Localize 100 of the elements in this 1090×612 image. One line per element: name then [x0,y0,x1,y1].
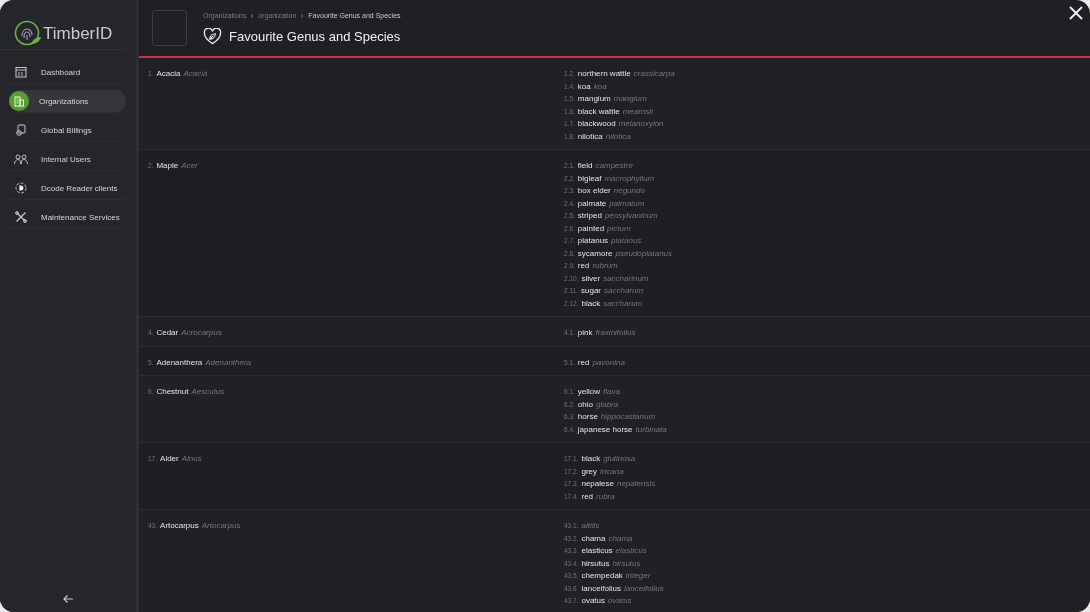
species-name: japanese horse [577,423,633,436]
species-name: lanceifolius [581,582,622,595]
species-latin-name: platanus [611,235,642,247]
species-latin-name: campestre [595,160,633,172]
species-name: painted [577,222,605,235]
back-arrow-icon[interactable] [62,594,74,604]
species-latin-name: flava [603,386,620,398]
genus-name: Acacia [156,68,181,80]
species-name: box elder [577,185,611,197]
species-name: black [581,297,601,310]
calendar-icon [15,66,27,78]
species-name: mangium [577,93,611,105]
species-latin-name: crassicarpa [633,68,675,80]
page-title: Favourite Genus and Species [229,29,401,44]
species-name: chempedak [581,570,623,582]
species-latin-name: nepalensis [616,478,656,490]
heart-leaf-icon [203,28,222,45]
sidebar-item[interactable]: Dcode Reader clients [9,177,126,200]
species-latin-name: glabra [595,398,619,411]
sidebar-item[interactable]: Internal Users [9,148,126,171]
species-latin-name: pavonina [592,356,625,369]
sidebar-item[interactable]: Global Billings [9,119,126,142]
species-name: chama [581,532,606,545]
species-name: hirsutus [581,557,610,570]
species-name: sugar [581,285,601,297]
species-latin-name: negundo [613,185,645,197]
species-latin-name: mearnsii [622,105,653,118]
genus-latin-name: Alnus [181,453,202,465]
species-latin-name: fraxinifolius [595,327,636,339]
sidebar-item[interactable]: Organizations [9,90,126,113]
species-latin-name: mangium [613,93,647,105]
genus-name: Cedar [156,327,179,339]
chevron-icon [250,12,255,19]
species-name: elasticus [581,545,613,557]
species-latin-name: ovatus [608,595,632,607]
genus-name: Alder [160,453,179,465]
logo-placeholder [152,10,187,46]
users-icon [14,153,28,165]
species-latin-name: lanceifolius [624,582,664,595]
species-latin-name: hippocastanum [600,411,656,423]
genus-latin-name: Adenanthera [205,356,252,369]
species-name: nepalese [581,478,614,490]
tools-icon [15,211,27,223]
species-latin-name: palmatum [609,197,645,210]
species-name: grey [581,465,598,478]
species-name: palmate [577,197,607,210]
species-name: ohio [577,398,593,411]
species-latin-name: glutinosa [603,453,636,465]
genus-latin-name: Acrocarpus [181,327,222,339]
species-name: red [581,490,594,503]
genus-latin-name: Aesculus [191,386,224,398]
reader-icon [15,182,27,194]
chevron-icon [300,12,305,19]
species-name: bigleaf [577,172,602,185]
species-name: striped [577,210,602,222]
billing-icon [15,124,27,136]
species-latin-name: saccharum [603,297,643,310]
species-latin-name: elasticus [615,545,647,557]
species-latin-name: chama [608,532,633,545]
genus-name: Chestnut [156,386,189,398]
species-name: black wattle [577,105,620,118]
species-latin-name: altilis [581,520,600,532]
species-latin-name: rubra [596,490,615,503]
genus-name: Maple [156,160,179,172]
genus-latin-name: Artocarpus [201,520,241,532]
species-latin-name: koa [593,80,607,93]
species-latin-name: rubrum [592,260,618,272]
fingerprint-leaf-icon [14,19,42,48]
species-name: blackwood [577,118,616,130]
species-latin-name: pensylvanicum [604,210,658,222]
genus-latin-name: Acacia [183,68,208,80]
species-name: silver [581,272,601,285]
species-latin-name: hirsutus [612,557,641,570]
species-name: koa [577,80,591,93]
species-name: platanus [577,235,609,247]
species-name: black [581,453,601,465]
species-latin-name: macrophyllum [604,172,655,185]
sidebar-item[interactable]: Maintenance Services [9,206,126,229]
close-icon[interactable] [1069,6,1083,20]
species-name: ovatus [581,595,606,607]
species-latin-name: pseudoplatanus [615,247,673,260]
species-latin-name: saccharum [604,285,644,297]
building-icon [13,95,25,107]
species-latin-name: saccharinum [603,272,649,285]
species-name: red [577,260,590,272]
genus-name: Adenanthera [156,356,203,369]
species-name: yellow [577,386,601,398]
species-name: nilotica [577,130,603,143]
species-latin-name: pictum [607,222,631,235]
species-name: sycamore [577,247,613,260]
species-latin-name: integer [625,570,651,582]
genus-name: Artocarpus [160,520,199,532]
sidebar-item[interactable]: Dashboard [9,61,126,84]
species-name: field [577,160,593,172]
species-latin-name: incana [600,465,624,478]
species-name: pink [577,327,593,339]
species-latin-name: turbinata [635,423,667,436]
species-latin-name: melanoxylon [618,118,664,130]
species-name: northern wattle [577,68,631,80]
species-latin-name: nilotica [605,130,631,143]
